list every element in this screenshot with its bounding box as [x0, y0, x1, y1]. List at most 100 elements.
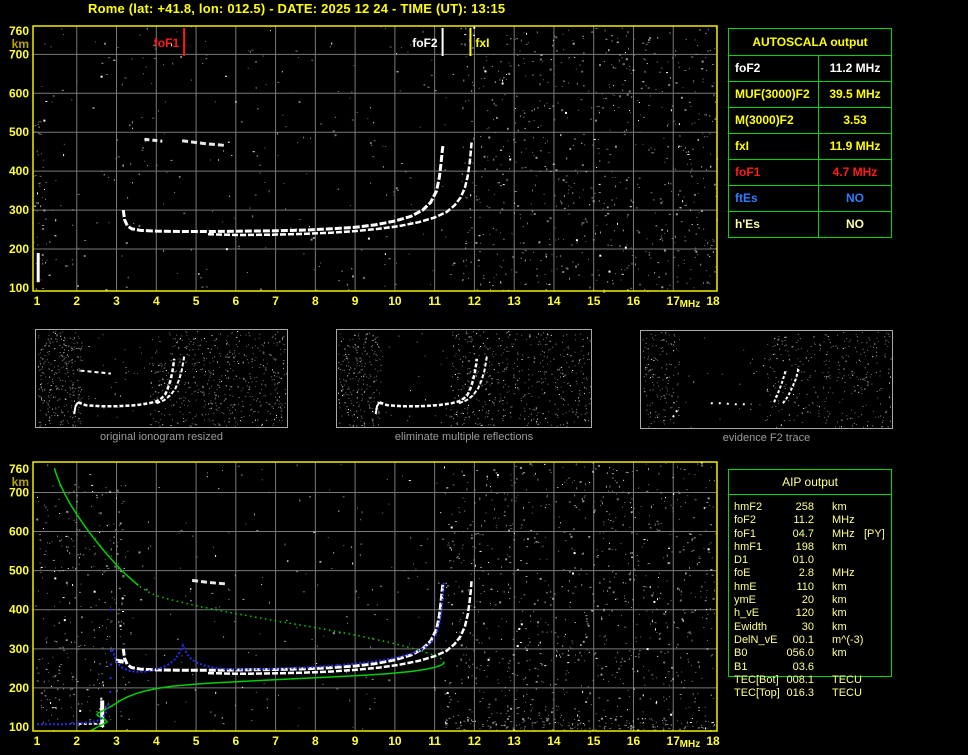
x-tick-label: 15 — [587, 734, 601, 748]
y-tick-label: 760 — [9, 462, 29, 476]
aip-row-ymE: ymE20km — [728, 594, 892, 607]
parameter-unit: km — [832, 581, 847, 594]
x-tick-label: 11 — [428, 734, 441, 748]
parameter-unit: km — [832, 541, 847, 554]
x-tick-label: 18 — [706, 734, 720, 748]
autoscala-row-h'Es: h'EsNO — [729, 212, 891, 237]
parameter-value: 39.5 MHz — [819, 82, 891, 107]
x-tick-label: 4 — [153, 294, 160, 308]
series-restored-trace-E-asymptote — [110, 609, 112, 611]
aip-row-B0: B0 056.0 km — [728, 647, 892, 660]
x-tick-label: 1 — [34, 734, 41, 748]
parameter-value: 008.1 — [764, 674, 814, 687]
parameter-value: 11.2 MHz — [819, 56, 891, 81]
parameter-value: 4.7 MHz — [819, 160, 891, 185]
parameter-value: 056.0 — [764, 647, 814, 660]
parameter-label: hmF1 — [734, 541, 762, 554]
y-axis-unit: km — [12, 37, 29, 51]
parameter-unit: MHz — [832, 528, 855, 541]
parameter-value: 01.0 — [764, 554, 814, 567]
y-tick-label: 300 — [9, 642, 29, 656]
y-tick-label: 600 — [9, 86, 29, 100]
table-body: hmF2258kmfoF211.2MHzfoF104.7MHz[PY]hmF11… — [728, 501, 892, 700]
y-tick-label: 600 — [9, 525, 29, 539]
table-header-separator — [728, 494, 892, 495]
parameter-value: 20 — [764, 594, 814, 607]
parameter-value: 3.53 — [819, 108, 891, 133]
x-axis-unit: MHz — [680, 299, 701, 310]
series-restored-trace-E-asymptote — [109, 691, 111, 693]
parameter-unit: km — [832, 594, 847, 607]
parameter-note: [PY] — [864, 528, 885, 541]
x-tick-label: 13 — [507, 294, 521, 308]
x-tick-label: 1 — [34, 294, 41, 308]
thumbnail-image — [640, 330, 893, 429]
y-tick-label: 100 — [9, 281, 29, 295]
ionogram-plot: foF1foF2fxI123456789101112131415161718MH… — [0, 0, 730, 316]
thumbnail-caption: original ionogram resized — [35, 431, 288, 443]
parameter-label: h_vE — [734, 607, 759, 620]
x-tick-label: 3 — [113, 294, 120, 308]
parameter-label: h'Es — [729, 212, 819, 237]
aip-row-TEC[Bot]: TEC[Bot]008.1TECU — [728, 674, 892, 687]
aip-row-hmE: hmE110km — [728, 581, 892, 594]
parameter-label: foF1 — [729, 160, 819, 185]
parameter-unit: km — [832, 607, 847, 620]
x-tick-label: 8 — [312, 734, 319, 748]
parameter-unit: km — [832, 647, 847, 660]
parameter-label: M(3000)F2 — [729, 108, 819, 133]
autoscala-row-MUF(3000)F2: MUF(3000)F239.5 MHz — [729, 82, 891, 108]
parameter-value: 110 — [764, 581, 814, 594]
autoscala-row-fxI: fxI11.9 MHz — [729, 134, 891, 160]
x-tick-label: 10 — [388, 294, 402, 308]
y-tick-label: 200 — [9, 242, 29, 256]
aip-row-TEC[Top]: TEC[Top]016.3TECU — [728, 687, 892, 700]
parameter-value: 11.9 MHz — [819, 134, 891, 159]
thumbnail-caption: evidence F2 trace — [640, 432, 893, 444]
thumbnail-image — [35, 329, 288, 428]
parameter-unit: TECU — [832, 687, 862, 700]
table-header: AIP output — [728, 475, 892, 489]
x-tick-label: 2 — [73, 294, 80, 308]
parameter-label: ftEs — [729, 186, 819, 211]
table-body: foF211.2 MHzMUF(3000)F239.5 MHzM(3000)F2… — [729, 56, 891, 237]
profile-plot: 123456789101112131415161718MHz7607006005… — [0, 450, 730, 755]
y-tick-label: 200 — [9, 681, 29, 695]
x-tick-label: 16 — [627, 294, 641, 308]
parameter-label: B0 — [734, 647, 747, 660]
thumbnail-image — [336, 329, 592, 428]
parameter-label: foE — [734, 567, 751, 580]
parameter-label: hmF2 — [734, 501, 762, 514]
x-tick-label: 17 — [667, 734, 681, 748]
y-tick-label: 400 — [9, 603, 29, 617]
aip-row-D1: D1 01.0 — [728, 554, 892, 567]
y-axis-unit: km — [12, 475, 29, 489]
y-tick-label: 500 — [9, 564, 29, 578]
parameter-label: foF2 — [729, 56, 819, 81]
table-header: AUTOSCALA output — [729, 29, 891, 56]
y-tick-label: 100 — [9, 720, 29, 734]
x-tick-label: 7 — [272, 734, 279, 748]
aip-row-foF1: foF104.7MHz[PY] — [728, 528, 892, 541]
x-tick-label: 16 — [627, 734, 641, 748]
x-tick-label: 15 — [587, 294, 601, 308]
parameter-label: fxI — [729, 134, 819, 159]
x-tick-label: 7 — [272, 294, 279, 308]
autoscala-row-M(3000)F2: M(3000)F23.53 — [729, 108, 891, 134]
aip-row-h_vE: h_vE120km — [728, 607, 892, 620]
parameter-label: D1 — [734, 554, 748, 567]
parameter-value: 04.7 — [764, 528, 814, 541]
x-tick-label: 12 — [468, 294, 482, 308]
x-tick-label: 13 — [507, 734, 521, 748]
parameter-label: MUF(3000)F2 — [729, 82, 819, 107]
x-tick-label: 2 — [73, 734, 80, 748]
x-tick-label: 9 — [352, 294, 359, 308]
parameter-value: 016.3 — [764, 687, 814, 700]
x-tick-label: 11 — [428, 294, 441, 308]
x-tick-label: 14 — [547, 734, 561, 748]
parameter-value: 198 — [764, 541, 814, 554]
series-restored-trace-E-asymptote — [110, 650, 112, 652]
x-tick-label: 6 — [232, 734, 239, 748]
y-tick-label: 300 — [9, 203, 29, 217]
parameter-unit: km — [832, 501, 847, 514]
